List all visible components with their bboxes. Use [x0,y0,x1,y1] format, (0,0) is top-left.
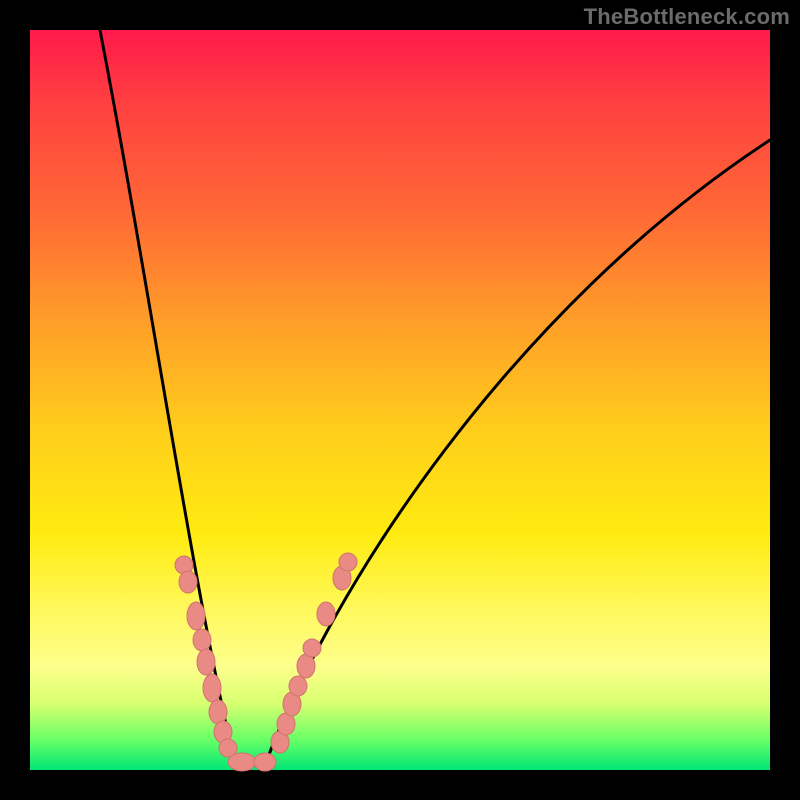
data-marker [179,571,197,593]
data-marker [317,602,335,626]
data-marker [289,676,307,696]
chart-frame: TheBottleneck.com [0,0,800,800]
data-marker [297,654,315,678]
data-marker [339,553,357,571]
data-marker [193,629,211,651]
data-marker [228,753,256,771]
data-markers [175,553,357,771]
data-marker [254,753,276,771]
data-marker [203,674,221,702]
data-marker [209,700,227,724]
watermark-text: TheBottleneck.com [584,4,790,30]
data-marker [187,602,205,630]
chart-svg [30,30,770,770]
data-marker [303,639,321,657]
data-marker [197,649,215,675]
